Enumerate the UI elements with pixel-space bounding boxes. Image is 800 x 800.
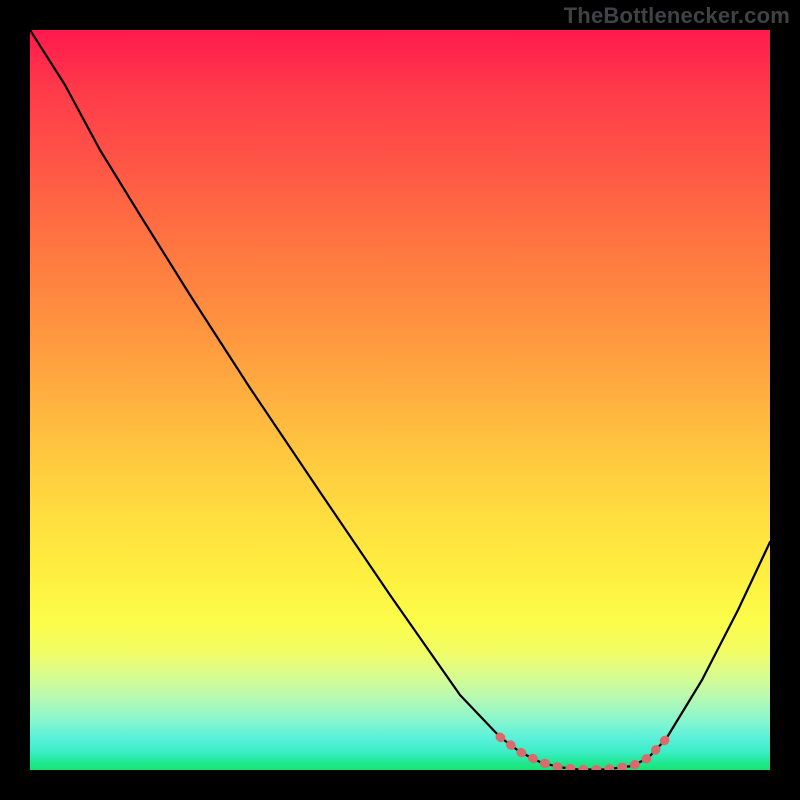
optimum-band-highlight xyxy=(500,737,666,770)
curve-svg xyxy=(30,30,770,770)
watermark-text: TheBottlenecker.com xyxy=(30,3,790,29)
bottleneck-curve xyxy=(30,30,770,770)
chart-frame: TheBottlenecker.com xyxy=(0,0,800,800)
gradient-plot-area xyxy=(30,30,770,770)
